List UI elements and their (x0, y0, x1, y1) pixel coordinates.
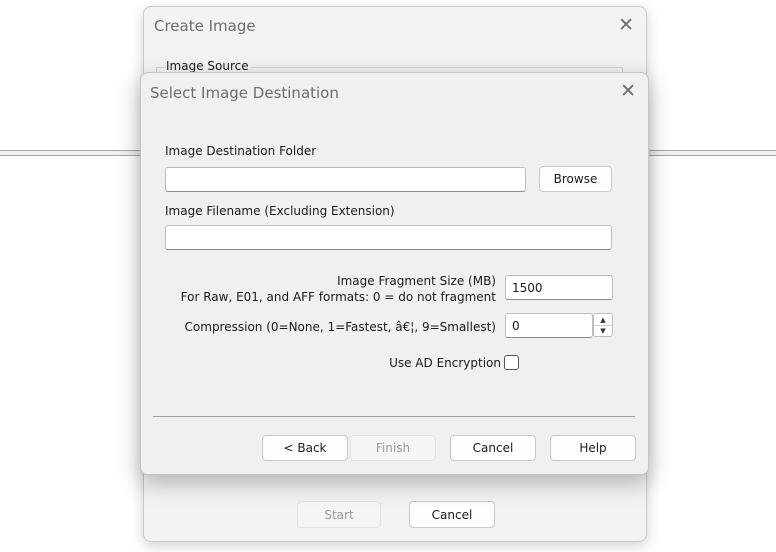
start-button[interactable]: Start (297, 501, 381, 528)
dialog-titlebar: Select Image Destination ✕ (141, 73, 648, 111)
filename-label: Image Filename (Excluding Extension) (165, 204, 395, 218)
finish-button[interactable]: Finish (350, 435, 436, 461)
encryption-checkbox[interactable] (504, 355, 519, 370)
close-icon[interactable]: ✕ (618, 16, 634, 35)
destination-folder-label: Image Destination Folder (165, 144, 317, 158)
fragment-size-label: Image Fragment Size (MB) (337, 274, 496, 288)
close-icon[interactable]: ✕ (620, 82, 636, 101)
destination-folder-input[interactable] (165, 167, 526, 192)
dialog-title: Select Image Destination (150, 84, 339, 102)
compression-label: Compression (0=None, 1=Fastest, â€¦, 9=S… (184, 320, 496, 334)
separator (153, 416, 635, 417)
compression-stepper[interactable]: ▲ ▼ (593, 313, 613, 337)
filename-input[interactable] (165, 225, 612, 250)
select-image-destination-dialog: Select Image Destination ✕ Image Destina… (140, 72, 649, 475)
image-source-label: Image Source (164, 59, 251, 73)
fragment-size-hint: For Raw, E01, and AFF formats: 0 = do no… (180, 290, 496, 304)
compression-input[interactable] (505, 313, 593, 338)
cancel-button[interactable]: Cancel (450, 435, 536, 461)
cancel-button-background[interactable]: Cancel (409, 501, 495, 528)
fragment-size-input[interactable] (505, 275, 613, 300)
help-button[interactable]: Help (550, 435, 636, 461)
back-button[interactable]: < Back (262, 435, 348, 461)
browse-button[interactable]: Browse (539, 166, 612, 192)
encryption-label: Use AD Encryption (389, 356, 501, 370)
window-title: Create Image (154, 17, 256, 35)
spin-down-icon[interactable]: ▼ (594, 325, 612, 336)
